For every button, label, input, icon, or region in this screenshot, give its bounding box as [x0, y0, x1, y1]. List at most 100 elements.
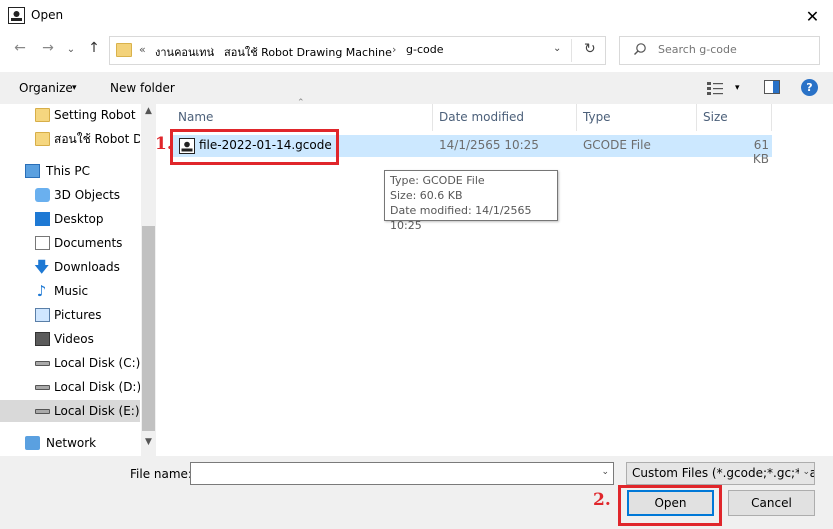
file-tooltip: Type: GCODE File Size: 60.6 KB Date modi…: [384, 170, 558, 232]
close-button[interactable]: ✕: [792, 0, 833, 32]
view-options-icon[interactable]: [706, 80, 724, 96]
file-type: GCODE File: [583, 138, 651, 152]
recent-locations-button[interactable]: ⌄: [64, 40, 78, 60]
nav-item-setting-robot[interactable]: Setting Robot Dr: [0, 104, 140, 126]
chevron-down-icon[interactable]: ⌄: [799, 467, 810, 477]
back-button[interactable]: ←: [10, 40, 30, 60]
annotation-highlight-file: [170, 129, 339, 165]
nav-item-label: Local Disk (D:): [54, 380, 140, 394]
folder-icon: [35, 132, 50, 146]
search-box[interactable]: [619, 36, 820, 65]
filename-combobox[interactable]: ⌄: [190, 462, 614, 485]
column-header-type[interactable]: Type: [577, 104, 697, 131]
nav-item-label: Local Disk (C:): [54, 356, 140, 370]
column-header-label: Date modified: [439, 110, 525, 124]
nav-item-local-disk-d[interactable]: Local Disk (D:): [0, 376, 140, 398]
column-header-name[interactable]: Name: [172, 104, 433, 131]
scroll-up-icon[interactable]: ▲: [141, 106, 156, 121]
nav-item-robot-drawing[interactable]: สอนใช้ Robot Dra: [0, 128, 140, 150]
nav-item-pictures[interactable]: Pictures: [0, 304, 140, 326]
overflow-chevron-icon[interactable]: «: [139, 43, 146, 56]
close-icon: ✕: [805, 6, 820, 26]
breadcrumb-item[interactable]: g-code: [406, 43, 443, 56]
disk-icon: [35, 409, 50, 414]
chevron-down-icon[interactable]: ⌄: [601, 467, 609, 477]
column-header-label: Type: [583, 110, 611, 124]
nav-item-downloads[interactable]: 🡇 Downloads: [0, 256, 140, 278]
nav-item-local-disk-e[interactable]: Local Disk (E:): [0, 400, 140, 422]
nav-item-label: Local Disk (E:): [54, 404, 140, 418]
nav-item-label: Pictures: [54, 308, 102, 322]
new-folder-button[interactable]: New folder: [110, 81, 175, 95]
help-icon[interactable]: ?: [801, 79, 818, 96]
scrollbar-thumb[interactable]: [142, 226, 155, 431]
toolbar: Organize ▾ New folder ▾ ?: [0, 72, 833, 104]
up-button[interactable]: ↑: [84, 40, 104, 60]
file-size: 61 KB: [752, 138, 769, 166]
address-bar[interactable]: « งานคอนเทน › สอนใช้ Robot Drawing Machi…: [109, 36, 606, 65]
filename-label: File name:: [130, 467, 192, 481]
nav-item-label: Downloads: [54, 260, 120, 274]
caret-down-icon[interactable]: ▾: [735, 83, 740, 93]
nav-item-network[interactable]: Network: [0, 432, 140, 454]
nav-item-label: This PC: [46, 164, 90, 178]
app-icon: [8, 7, 25, 24]
breadcrumb-separator-icon[interactable]: ›: [210, 43, 214, 56]
title-bar: Open ✕: [0, 0, 833, 32]
nav-item-label: Videos: [54, 332, 94, 346]
organize-button[interactable]: Organize: [19, 81, 73, 95]
column-header-size[interactable]: Size: [697, 104, 772, 131]
nav-item-3d-objects[interactable]: 3D Objects: [0, 184, 140, 206]
filetype-select[interactable]: Custom Files (*.gcode;*.gc;*.tap ⌄: [626, 462, 815, 485]
nav-item-label: Music: [54, 284, 89, 298]
folder-icon: [116, 43, 132, 57]
search-icon: [634, 43, 646, 55]
tooltip-size: Size: 60.6 KB: [390, 189, 463, 202]
nav-item-label: Desktop: [54, 212, 104, 226]
nav-item-label: Network: [46, 436, 97, 450]
search-input[interactable]: [658, 43, 808, 56]
tooltip-date: Date modified: 14/1/2565 10:25: [390, 204, 532, 232]
column-header-label: Size: [703, 110, 728, 124]
chevron-down-icon[interactable]: ⌄: [553, 43, 561, 54]
annotation-highlight-open: [618, 485, 722, 526]
breadcrumb-item[interactable]: งานคอนเทน: [155, 43, 214, 61]
tooltip-type: Type: GCODE File: [390, 174, 485, 187]
nav-item-label: สอนใช้ Robot Dra: [54, 132, 140, 146]
nav-item-music[interactable]: ♪ Music: [0, 280, 140, 302]
disk-icon: [35, 385, 50, 390]
nav-item-videos[interactable]: Videos: [0, 328, 140, 350]
file-date: 14/1/2565 10:25: [439, 138, 539, 152]
nav-item-documents[interactable]: Documents: [0, 232, 140, 254]
cancel-button[interactable]: Cancel: [728, 490, 815, 516]
nav-item-desktop[interactable]: Desktop: [0, 208, 140, 230]
forward-button[interactable]: →: [38, 40, 58, 60]
nav-item-local-disk-c[interactable]: Local Disk (C:): [0, 352, 140, 374]
nav-item-this-pc[interactable]: This PC: [0, 160, 140, 182]
videos-icon: [35, 332, 50, 346]
scroll-down-icon[interactable]: ▼: [141, 437, 156, 452]
filename-input[interactable]: [194, 465, 589, 482]
nav-scrollbar[interactable]: ▲ ▼: [141, 104, 156, 456]
desktop-icon: [35, 212, 50, 226]
annotation-step-1: 1.: [155, 134, 173, 154]
dialog-footer: File name: ⌄ Custom Files (*.gcode;*.gc;…: [0, 456, 833, 529]
column-header-date[interactable]: Date modified: [433, 104, 577, 131]
arrow-up-icon: ↑: [88, 40, 100, 56]
arrow-left-icon: ←: [14, 40, 26, 56]
annotation-step-2: 2.: [593, 490, 611, 510]
column-header-label: Name: [178, 110, 214, 124]
caret-down-icon[interactable]: ▾: [72, 83, 77, 93]
refresh-icon[interactable]: ↻: [584, 41, 596, 57]
disk-icon: [35, 361, 50, 366]
nav-item-label: Documents: [54, 236, 123, 250]
filetype-value: Custom Files (*.gcode;*.gc;*.tap: [632, 466, 815, 480]
network-icon: [25, 436, 40, 450]
breadcrumb-separator-icon[interactable]: ›: [392, 43, 396, 56]
pc-icon: [25, 164, 40, 178]
arrow-right-icon: →: [42, 40, 54, 56]
preview-pane-icon[interactable]: [764, 80, 780, 94]
breadcrumb-item[interactable]: สอนใช้ Robot Drawing Machine: [224, 43, 392, 61]
music-icon: ♪: [36, 282, 47, 300]
file-list: ⌃ Name Date modified Type Size file-2022…: [155, 98, 833, 456]
